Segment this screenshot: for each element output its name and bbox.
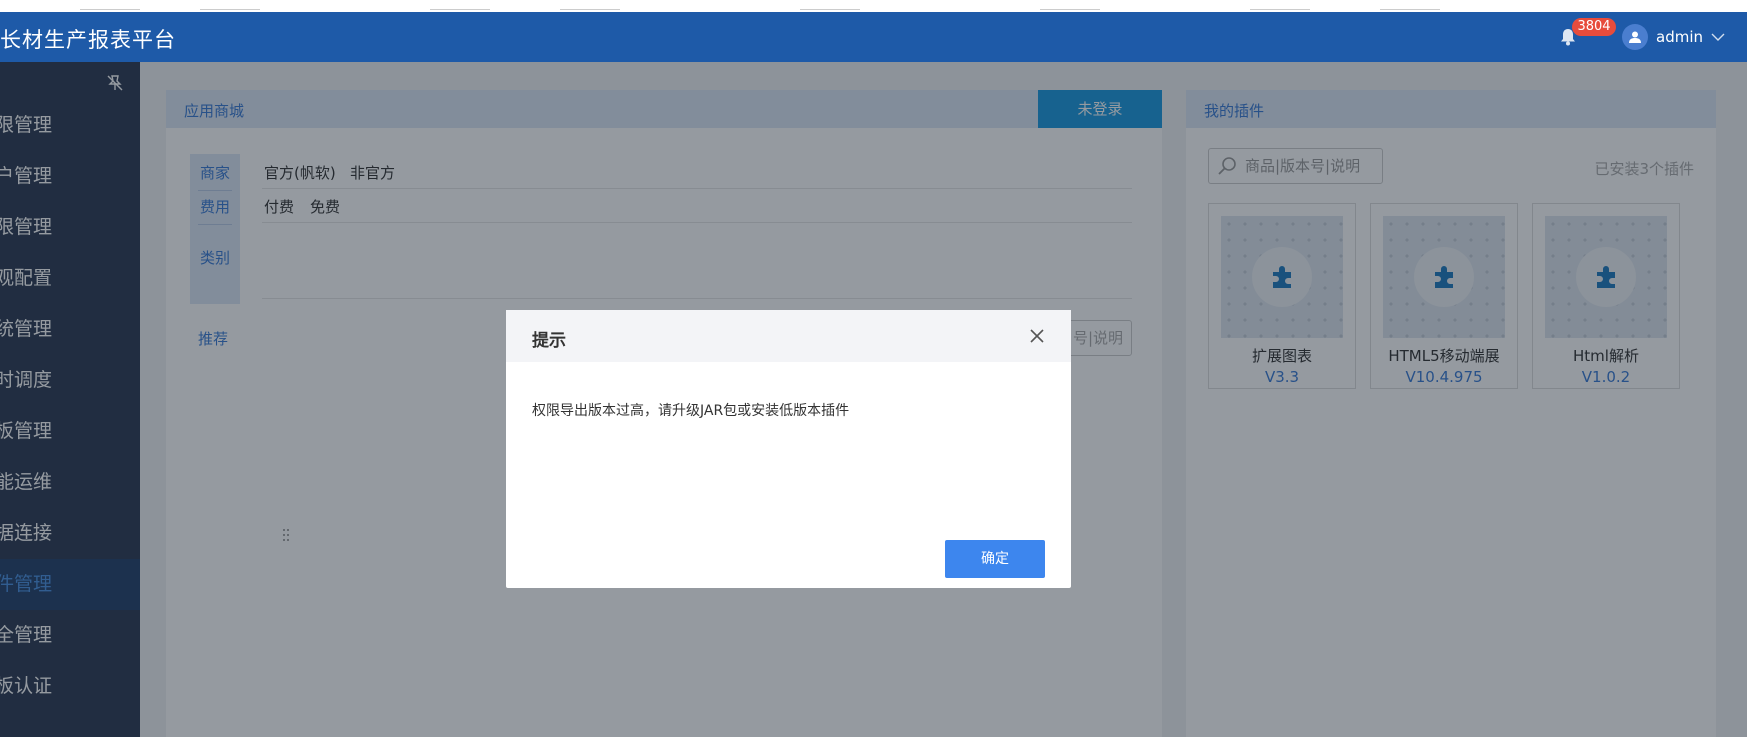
avatar (1622, 24, 1648, 50)
bookmark-item[interactable] (200, 0, 260, 10)
user-icon (1629, 31, 1641, 43)
confirm-button[interactable]: 确定 (945, 540, 1045, 578)
user-menu[interactable]: admin (1622, 24, 1725, 50)
dialog-title: 提示 (532, 331, 566, 351)
close-icon[interactable] (1029, 328, 1045, 344)
browser-bookmarks-bar (0, 0, 1747, 12)
page: 长材生产报表平台 3804 admin 权限管理用户管理权限管理外观 (0, 0, 1747, 737)
bookmark-item[interactable] (80, 0, 140, 10)
notification-badge: 3804 (1572, 18, 1616, 36)
chevron-down-icon (1711, 33, 1725, 41)
bookmark-item[interactable] (1250, 0, 1310, 10)
app-title: 长材生产报表平台 (0, 28, 176, 52)
top-header: 长材生产报表平台 3804 admin (0, 12, 1747, 62)
bookmark-item[interactable] (430, 0, 490, 10)
alert-dialog: 提示 权限导出版本过高，请升级JAR包或安装低版本插件 确定 (506, 310, 1071, 588)
dialog-message: 权限导出版本过高，请升级JAR包或安装低版本插件 (532, 403, 850, 419)
bookmark-item[interactable] (1040, 0, 1100, 10)
bookmark-item[interactable] (1380, 0, 1440, 10)
dialog-header: 提示 (506, 310, 1071, 362)
bookmark-item[interactable] (560, 0, 620, 10)
bookmark-item[interactable] (800, 0, 860, 10)
user-name: admin (1656, 28, 1703, 46)
